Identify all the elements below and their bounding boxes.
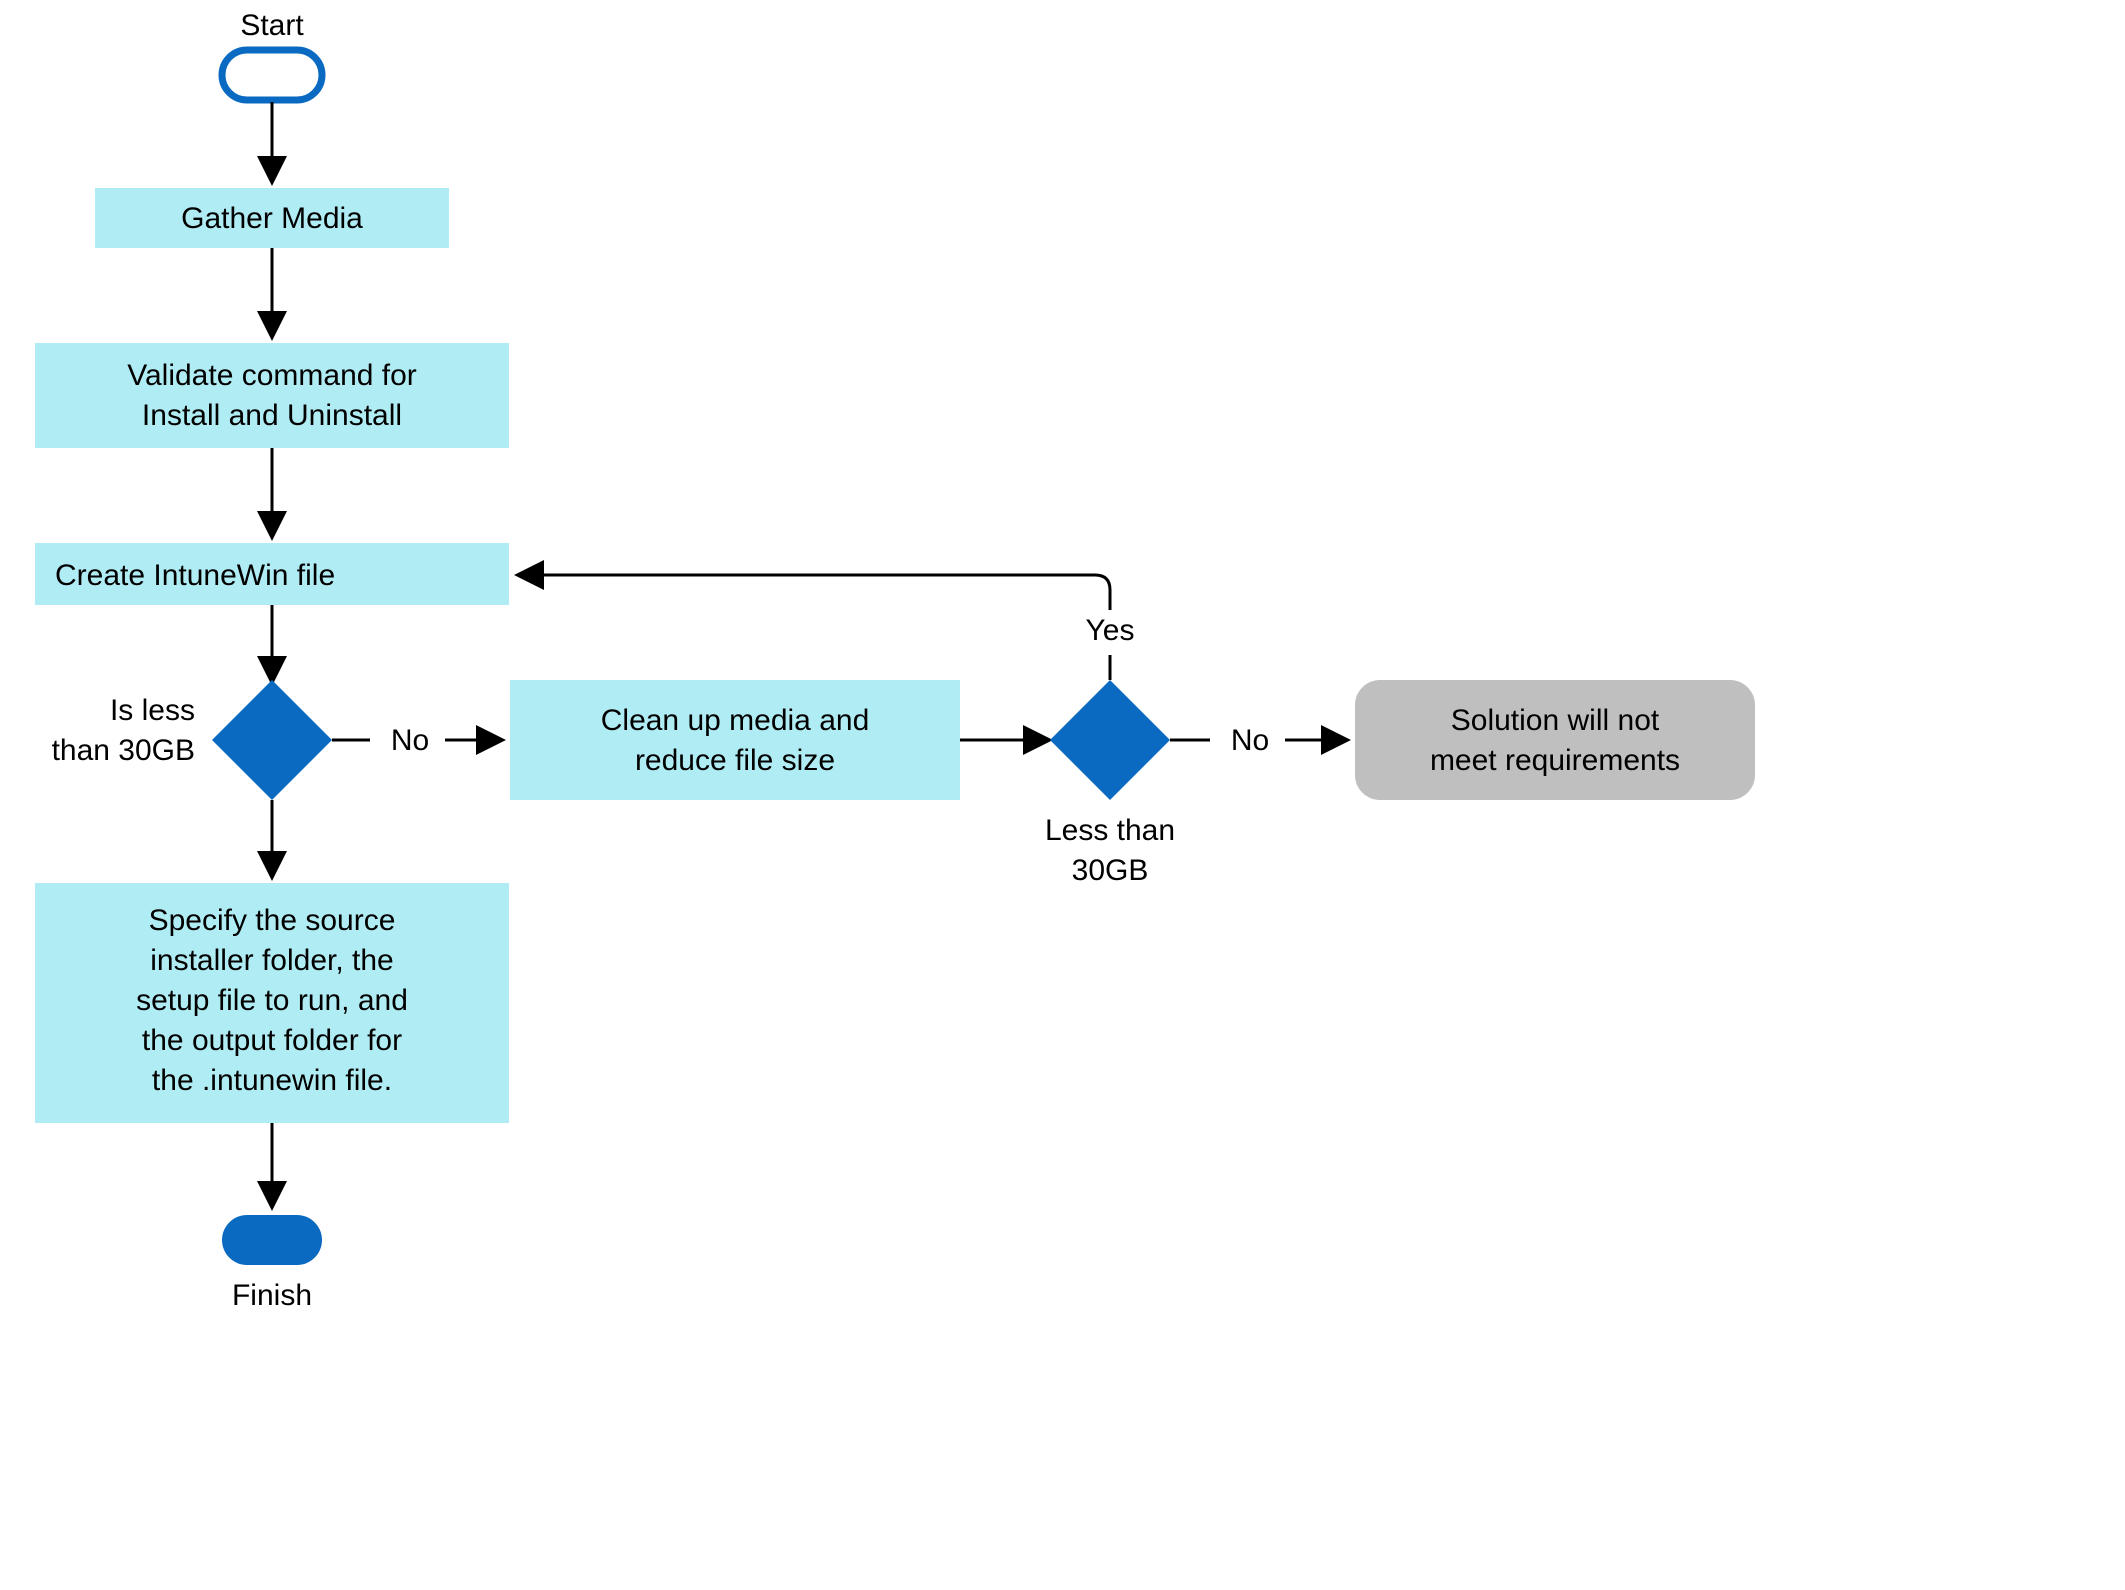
clean-label-1: Clean up media and xyxy=(601,704,870,737)
start-node: Start xyxy=(222,9,322,100)
specify-label-5: the .intunewin file. xyxy=(152,1064,392,1097)
specify-label-1: Specify the source xyxy=(149,904,396,937)
decision2-no-branch: No xyxy=(1170,724,1345,757)
finish-label: Finish xyxy=(232,1279,312,1312)
clean-label-2: reduce file size xyxy=(635,744,835,777)
less-label-2: 30GB xyxy=(1072,854,1149,887)
less-label-1: Less than xyxy=(1045,814,1175,847)
specify-label-4: the output folder for xyxy=(142,1024,402,1057)
decision1-no-branch: No xyxy=(332,724,500,757)
isless-label-1: Is less xyxy=(110,694,195,727)
solution-label-2: meet requirements xyxy=(1430,744,1680,777)
specify-label-2: installer folder, the xyxy=(150,944,393,977)
start-label: Start xyxy=(240,9,304,42)
no2-label: No xyxy=(1231,724,1269,757)
no1-label: No xyxy=(391,724,429,757)
validate-label-1: Validate command for xyxy=(127,359,417,392)
gather-media-label: Gather Media xyxy=(181,202,363,235)
specify-label-3: setup file to run, and xyxy=(136,984,408,1017)
create-intunewin-node: Create IntuneWin file xyxy=(35,543,509,605)
solution-label-1: Solution will not xyxy=(1451,704,1660,737)
decision-less-than-30gb xyxy=(1050,680,1170,800)
yes-label: Yes xyxy=(1086,614,1135,647)
clean-up-node: Clean up media and reduce file size xyxy=(510,680,960,800)
finish-node: Finish xyxy=(222,1215,322,1312)
solution-node: Solution will not meet requirements xyxy=(1355,680,1755,800)
create-label: Create IntuneWin file xyxy=(55,559,335,592)
specify-node: Specify the source installer folder, the… xyxy=(35,883,509,1123)
decision2-yes-branch: Yes xyxy=(520,575,1134,680)
decision-is-less-than-30gb xyxy=(212,680,332,800)
validate-node: Validate command for Install and Uninsta… xyxy=(35,343,509,448)
gather-media-node: Gather Media xyxy=(95,188,449,248)
validate-label-2: Install and Uninstall xyxy=(142,399,402,432)
isless-label-2: than 30GB xyxy=(52,734,195,767)
